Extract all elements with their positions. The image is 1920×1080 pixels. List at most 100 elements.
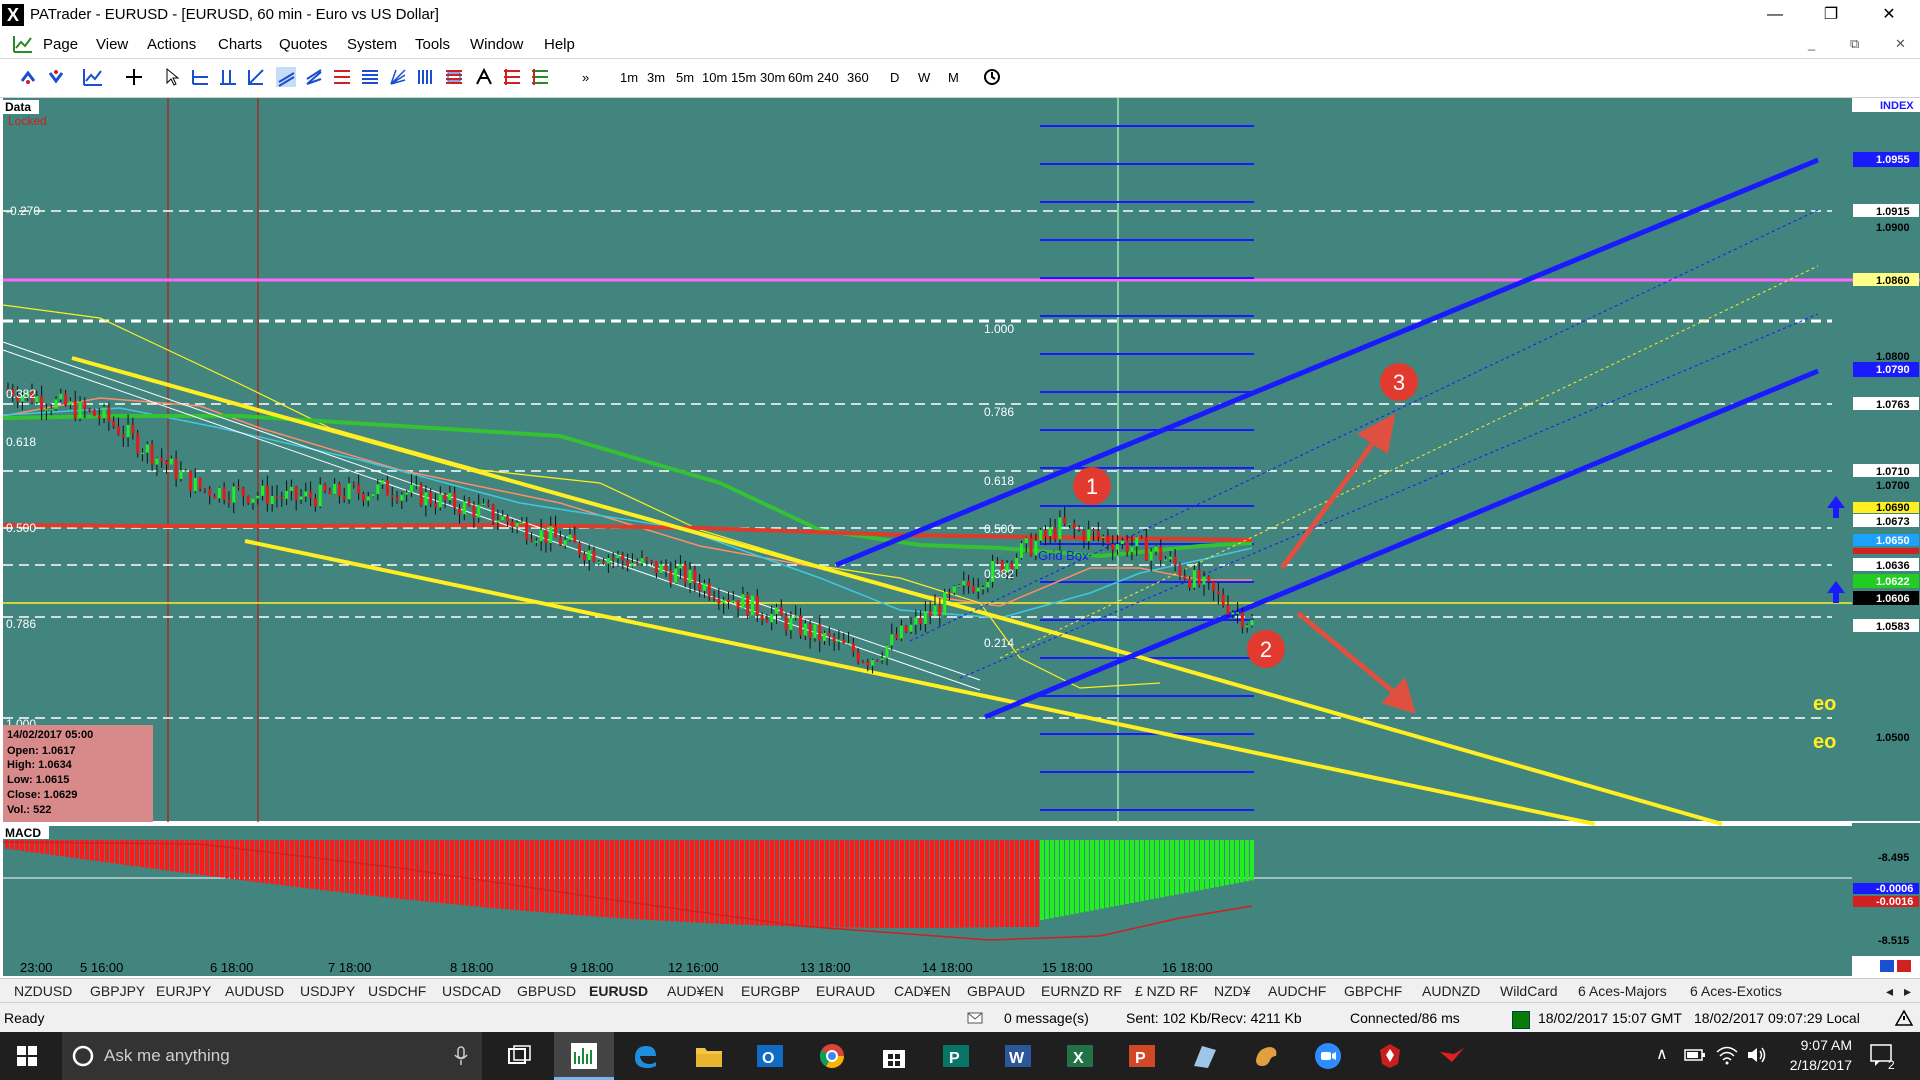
warning-icon[interactable] <box>1895 1010 1913 1026</box>
toolbar-more-button[interactable]: » <box>582 70 589 85</box>
zoom-icon[interactable] <box>1314 1042 1342 1070</box>
tab-audusd[interactable]: AUDUSD <box>225 983 284 999</box>
tab-6-aces-majors[interactable]: 6 Aces-Majors <box>1578 983 1667 999</box>
tab-eurusd[interactable]: EURUSD <box>589 983 648 999</box>
data-tab[interactable]: Data <box>5 100 31 114</box>
mail-icon[interactable] <box>967 1012 983 1024</box>
menu-window[interactable]: Window <box>470 36 523 53</box>
cascade-icon[interactable] <box>46 67 66 87</box>
menu-help[interactable]: Help <box>544 36 575 53</box>
tab-audyen[interactable]: AUD¥EN <box>667 983 724 999</box>
chrome-icon[interactable] <box>818 1042 846 1070</box>
fib-extension-icon[interactable] <box>360 67 380 87</box>
windows-start-icon[interactable] <box>17 1046 45 1074</box>
tab-eurgbp[interactable]: EURGBP <box>741 983 800 999</box>
paint-icon[interactable] <box>1252 1042 1280 1070</box>
trading-app-icon[interactable] <box>1438 1042 1466 1070</box>
menu-quotes[interactable]: Quotes <box>279 36 327 53</box>
volume-icon[interactable] <box>1746 1046 1768 1064</box>
gann-icon[interactable] <box>502 67 522 87</box>
tab-usdjpy[interactable]: USDJPY <box>300 983 355 999</box>
tab-eurjpy[interactable]: EURJPY <box>156 983 211 999</box>
timeframe-10m[interactable]: 10m <box>702 70 727 85</box>
chart-canvas[interactable]: 1 2 3 -0.270 0.382 0.500 0.618 0.786 1.0… <box>0 98 1920 978</box>
word-icon[interactable]: W <box>1004 1042 1032 1070</box>
timeframe-monthly[interactable]: M <box>948 70 959 85</box>
tab-cadyen[interactable]: CAD¥EN <box>894 983 951 999</box>
tabs-scroll-left-button[interactable]: ◂ <box>1886 983 1893 1000</box>
tab-gbpchf[interactable]: GBPCHF <box>1344 983 1402 999</box>
tab-gbpjpy[interactable]: GBPJPY <box>90 983 145 999</box>
tab-audnzd[interactable]: AUDNZD <box>1422 983 1480 999</box>
fibonacci-icon[interactable] <box>332 67 352 87</box>
timeframe-daily[interactable]: D <box>890 70 899 85</box>
text-icon[interactable] <box>474 67 494 87</box>
menu-page[interactable]: Page <box>43 36 78 53</box>
menu-charts[interactable]: Charts <box>218 36 262 53</box>
tab-usdchf[interactable]: USDCHF <box>368 983 426 999</box>
mdi-close-button[interactable]: ✕ <box>1895 36 1906 52</box>
battery-icon[interactable] <box>1684 1048 1706 1062</box>
tab-eurnzd-rf[interactable]: EURNZD RF <box>1041 983 1122 999</box>
tab-gbpnzd-rf[interactable]: £ NZD RF <box>1135 983 1198 999</box>
app-emblem-icon[interactable] <box>1376 1042 1404 1070</box>
tab-nzdusd[interactable]: NZDUSD <box>14 983 72 999</box>
menu-actions[interactable]: Actions <box>147 36 196 53</box>
fan-icon[interactable] <box>388 67 408 87</box>
edge-browser-icon[interactable] <box>631 1042 659 1070</box>
clock-icon[interactable] <box>982 67 1002 87</box>
timeframe-240[interactable]: 240 <box>817 70 839 85</box>
timeframe-1m[interactable]: 1m <box>620 70 638 85</box>
timeframe-weekly[interactable]: W <box>918 70 930 85</box>
store-icon[interactable] <box>880 1042 908 1070</box>
outlook-icon[interactable]: O <box>756 1042 784 1070</box>
tab-6-aces-exotics[interactable]: 6 Aces-Exotics <box>1690 983 1782 999</box>
mdi-minimize-button[interactable]: _ <box>1808 36 1815 51</box>
box-icon[interactable] <box>444 67 464 87</box>
taskbar-clock[interactable]: 9:07 AM 2/18/2017 <box>1772 1037 1852 1073</box>
tray-expand-icon[interactable]: ∧ <box>1656 1044 1668 1064</box>
vertical-line-icon[interactable] <box>218 67 238 87</box>
restore-button[interactable]: ❐ <box>1808 2 1854 28</box>
patrader-taskbar-button[interactable] <box>554 1032 614 1080</box>
tab-euraud[interactable]: EURAUD <box>816 983 875 999</box>
regression-icon[interactable] <box>530 67 550 87</box>
tab-audchf[interactable]: AUDCHF <box>1268 983 1326 999</box>
timeframe-60m[interactable]: 60m <box>788 70 813 85</box>
file-explorer-icon[interactable] <box>694 1042 722 1070</box>
mdi-restore-button[interactable]: ⧉ <box>1850 36 1859 52</box>
microphone-icon[interactable] <box>454 1046 468 1066</box>
tabs-scroll-right-button[interactable]: ▸ <box>1904 983 1911 1000</box>
pitchfork-icon[interactable] <box>304 67 324 87</box>
tab-wildcard[interactable]: WildCard <box>1500 983 1558 999</box>
timeframe-360[interactable]: 360 <box>847 70 869 85</box>
arrange-icon[interactable] <box>18 67 38 87</box>
wifi-icon[interactable] <box>1716 1045 1738 1065</box>
task-view-icon[interactable] <box>506 1042 534 1070</box>
indicator-icon[interactable] <box>82 67 102 87</box>
tab-gbpaud[interactable]: GBPAUD <box>967 983 1025 999</box>
excel-icon[interactable]: X <box>1066 1042 1094 1070</box>
powerpoint-icon[interactable]: P <box>1128 1042 1156 1070</box>
minimize-button[interactable]: — <box>1752 2 1798 28</box>
tab-nzdyen[interactable]: NZD¥ <box>1214 983 1251 999</box>
tab-usdcad[interactable]: USDCAD <box>442 983 501 999</box>
tab-gbpusd[interactable]: GBPUSD <box>517 983 576 999</box>
menu-tools[interactable]: Tools <box>415 36 450 53</box>
menu-view[interactable]: View <box>96 36 128 53</box>
chart-page-icon[interactable] <box>12 34 32 54</box>
channel-icon[interactable] <box>276 67 296 87</box>
publisher-icon[interactable]: P <box>942 1042 970 1070</box>
timeframe-30m[interactable]: 30m <box>760 70 785 85</box>
photos-icon[interactable] <box>1190 1042 1218 1070</box>
timeframe-15m[interactable]: 15m <box>731 70 756 85</box>
time-zones-icon[interactable] <box>416 67 436 87</box>
trendline-icon[interactable] <box>246 67 266 87</box>
crosshair-icon[interactable] <box>124 67 144 87</box>
menu-system[interactable]: System <box>347 36 397 53</box>
close-button[interactable]: ✕ <box>1866 2 1912 28</box>
status-messages[interactable]: 0 message(s) <box>1004 1010 1089 1026</box>
timeframe-3m[interactable]: 3m <box>647 70 665 85</box>
timeframe-5m[interactable]: 5m <box>676 70 694 85</box>
pointer-icon[interactable] <box>164 67 184 87</box>
